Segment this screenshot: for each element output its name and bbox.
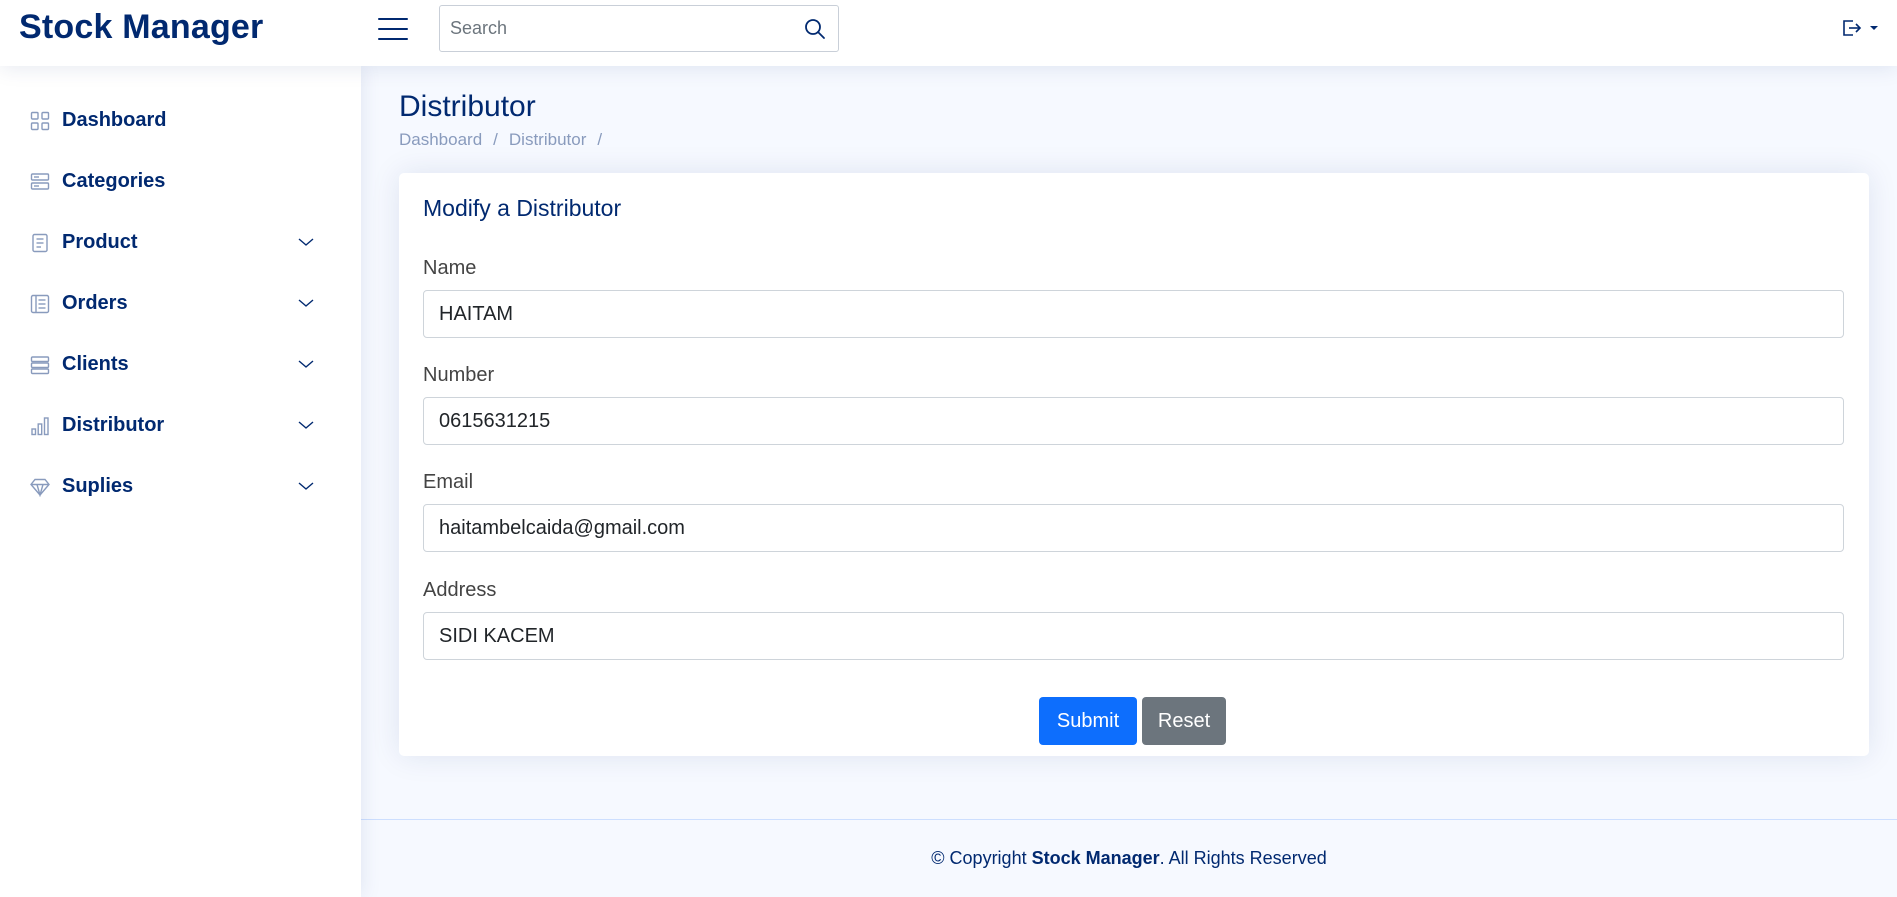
- sidebar-item-product[interactable]: Product: [0, 212, 361, 273]
- grid-icon: [29, 110, 51, 132]
- sidebar-item-label: Categories: [62, 170, 166, 192]
- caret-down-icon: [1870, 26, 1878, 30]
- sidebar-item-label: Distributor: [62, 414, 165, 436]
- number-field[interactable]: [423, 397, 1844, 445]
- breadcrumb-separator: /: [493, 130, 498, 149]
- chevron-down-icon: [298, 238, 314, 246]
- top-header: Stock Manager: [0, 0, 1897, 66]
- breadcrumb-item-distributor[interactable]: Distributor: [509, 130, 586, 150]
- sidebar-item-clients[interactable]: Clients: [0, 334, 361, 395]
- copyright-brand: Stock Manager: [1031, 848, 1160, 868]
- bar-chart-icon: [29, 415, 51, 437]
- breadcrumb: Dashboard / Distributor /: [399, 130, 613, 150]
- sidebar-item-distributor[interactable]: Distributor: [0, 395, 361, 456]
- sidebar-item-suplies[interactable]: Suplies: [0, 456, 361, 517]
- logout-icon: [1843, 20, 1862, 36]
- app-logo[interactable]: Stock Manager: [19, 8, 263, 47]
- address-field[interactable]: [423, 612, 1844, 660]
- logout-dropdown[interactable]: [1841, 18, 1879, 38]
- submit-button[interactable]: Submit: [1039, 697, 1137, 745]
- address-label: Address: [423, 579, 497, 601]
- modify-distributor-card: Modify a Distributor Name Number Email A…: [399, 173, 1869, 756]
- sidebar-item-label: Orders: [62, 292, 128, 314]
- stack-icon: [29, 171, 51, 193]
- sidebar-toggle-button[interactable]: [378, 14, 408, 44]
- reset-button[interactable]: Reset: [1142, 697, 1226, 745]
- number-label: Number: [423, 364, 495, 386]
- sidebar-item-label: Suplies: [62, 475, 134, 497]
- copyright-prefix: © Copyright: [931, 848, 1032, 868]
- breadcrumb-item-dashboard[interactable]: Dashboard: [399, 130, 482, 150]
- sidebar-item-label: Dashboard: [62, 109, 167, 131]
- sidebar-item-categories[interactable]: Categories: [0, 151, 361, 212]
- gem-icon: [29, 476, 51, 498]
- footer: © Copyright Stock Manager. All Rights Re…: [361, 819, 1897, 897]
- email-label: Email: [423, 471, 474, 493]
- search-bar: [439, 5, 839, 52]
- search-input[interactable]: [440, 6, 792, 51]
- copyright-suffix: . All Rights Reserved: [1159, 848, 1327, 868]
- chevron-down-icon: [298, 482, 314, 490]
- chevron-down-icon: [298, 421, 314, 429]
- name-label: Name: [423, 257, 477, 279]
- layout-text-icon: [29, 293, 51, 315]
- hamburger-icon: [378, 18, 408, 20]
- search-icon: [805, 18, 825, 39]
- chevron-down-icon: [298, 360, 314, 368]
- sidebar-item-label: Product: [62, 231, 138, 253]
- breadcrumb-separator: /: [597, 130, 603, 149]
- chevron-down-icon: [298, 299, 314, 307]
- sidebar-item-orders[interactable]: Orders: [0, 273, 361, 334]
- email-field[interactable]: [423, 504, 1844, 552]
- card-title: Modify a Distributor: [423, 195, 622, 221]
- search-button[interactable]: [792, 6, 838, 51]
- sidebar: Dashboard Categories Product Orders Clie…: [0, 66, 361, 897]
- page-title: Distributor: [399, 90, 536, 123]
- name-field[interactable]: [423, 290, 1844, 338]
- journal-icon: [29, 232, 51, 254]
- server-icon: [29, 354, 51, 376]
- sidebar-item-label: Clients: [62, 353, 129, 375]
- sidebar-item-dashboard[interactable]: Dashboard: [0, 90, 361, 151]
